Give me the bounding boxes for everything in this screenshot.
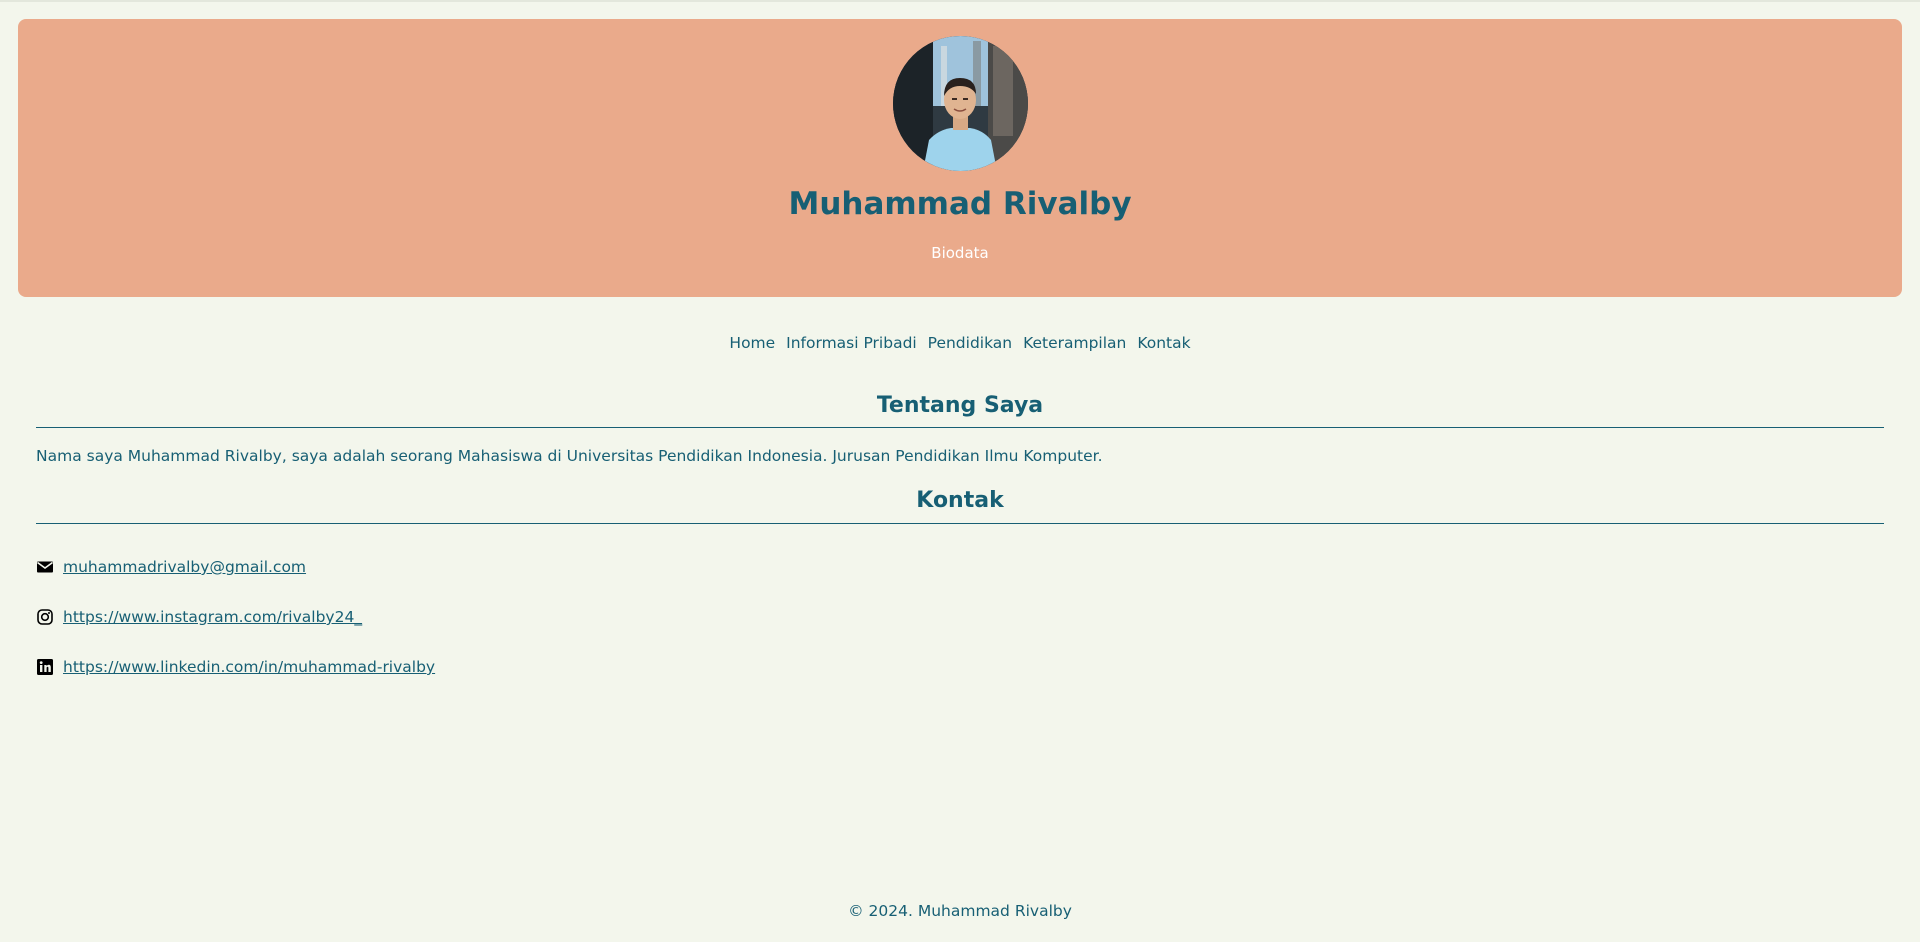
about-text: Nama saya Muhammad Rivalby, saya adalah …	[36, 447, 1103, 465]
linkedin-icon	[36, 658, 54, 676]
contact-instagram: https://www.instagram.com/rivalby24_	[36, 606, 362, 628]
about-divider	[36, 427, 1884, 428]
footer-copyright: © 2024. Muhammad Rivalby	[848, 902, 1072, 920]
about-title: Tentang Saya	[876, 393, 1044, 418]
contact-linkedin: https://www.linkedin.com/in/muhammad-riv…	[36, 656, 435, 678]
nav-item-keterampilan[interactable]: Keterampilan	[1023, 334, 1126, 352]
profile-subtitle: Biodata	[931, 244, 989, 262]
envelope-icon	[36, 558, 54, 576]
contact-email: muhammadrivalby@gmail.com	[36, 556, 306, 578]
contact-divider	[36, 523, 1884, 524]
email-link[interactable]: muhammadrivalby@gmail.com	[63, 558, 306, 576]
top-divider	[0, 0, 1920, 2]
instagram-icon	[36, 608, 54, 626]
nav-item-kontak[interactable]: Kontak	[1137, 334, 1190, 352]
nav-item-pendidikan[interactable]: Pendidikan	[928, 334, 1012, 352]
nav-item-informasi-pribadi[interactable]: Informasi Pribadi	[786, 334, 917, 352]
nav-item-home[interactable]: Home	[729, 334, 775, 352]
main-nav: Home Informasi Pribadi Pendidikan Ketera…	[0, 334, 1920, 352]
linkedin-link[interactable]: https://www.linkedin.com/in/muhammad-riv…	[63, 658, 435, 676]
instagram-link[interactable]: https://www.instagram.com/rivalby24_	[63, 608, 362, 626]
contact-title: Kontak	[916, 488, 1004, 513]
avatar	[893, 36, 1028, 171]
profile-name: Muhammad Rivalby	[788, 186, 1132, 222]
